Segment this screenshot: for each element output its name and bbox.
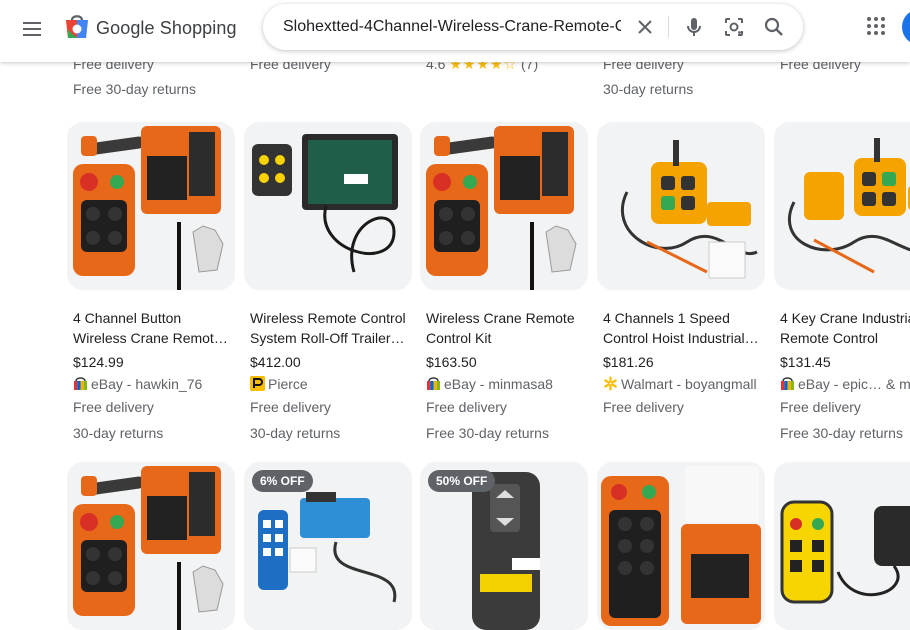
product-card[interactable] [597,462,765,630]
search-divider [668,16,669,38]
ebay-icon [74,377,87,390]
returns-text: Free 30-day returns [426,425,549,441]
ebay-icon [781,377,794,390]
returns-text: 30-day returns [73,425,164,441]
product-price: $131.45 [780,354,831,370]
seller-row: Pierce [250,374,412,394]
brand-title[interactable]: Google Shopping [96,18,237,39]
google-shopping-logo-icon[interactable] [64,12,90,40]
product-card[interactable]: 4 Channel Button Wireless Crane Remote C… [67,122,235,443]
product-image[interactable] [244,122,412,290]
product-card[interactable] [67,462,235,630]
product-image[interactable] [774,462,910,630]
seller-name: Pierce [268,376,308,392]
product-card[interactable]: Wireless Remote Control System Roll-Off … [244,122,412,443]
discount-badge: 6% OFF [252,470,313,492]
delivery-text: Free delivery [250,399,331,415]
product-title[interactable]: 4 Key Crane Industrial Remote Control [780,308,910,348]
product-image[interactable] [774,122,910,290]
delivery-text: Free delivery [603,399,684,415]
clear-search-icon[interactable] [633,15,657,39]
product-title[interactable]: 4 Channel Button Wireless Crane Remote C… [73,308,233,348]
returns-text: 30-day returns [603,81,694,97]
main-menu-icon[interactable] [20,17,44,41]
ebay-icon [427,377,440,390]
seller-name: Walmart - boyangmall [621,376,757,392]
delivery-text: Free delivery [73,399,154,415]
google-apps-icon[interactable] [864,14,888,38]
product-title[interactable]: Wireless Remote Control System Roll-Off … [250,308,410,348]
pierce-icon [250,376,265,391]
seller-name: eBay - hawkin_76 [91,376,203,392]
search-icon[interactable] [762,15,786,39]
product-image[interactable] [67,122,235,290]
product-card[interactable]: Wireless Crane Remote Control Kit $163.5… [420,122,588,443]
product-card[interactable] [774,462,910,630]
product-image[interactable] [420,122,588,290]
account-avatar[interactable] [902,9,910,45]
microphone-icon[interactable] [682,15,706,39]
product-title[interactable]: 4 Channels 1 Speed Control Hoist Industr… [603,308,763,348]
search-input[interactable] [283,4,621,50]
returns-text: Free 30-day returns [780,425,903,441]
returns-text: 30-day returns [250,425,341,441]
product-card[interactable]: 4 Channels 1 Speed Control Hoist Industr… [597,122,765,417]
delivery-text: Free delivery [426,399,507,415]
product-card[interactable]: 6% OFF [244,462,412,630]
product-image[interactable]: 6% OFF [244,462,412,630]
product-image[interactable]: 50% OFF [420,462,588,630]
product-card[interactable]: 4 Key Crane Industrial Remote Control $1… [774,122,910,443]
product-image[interactable] [67,462,235,630]
lens-camera-icon[interactable] [722,15,746,39]
product-image[interactable] [597,462,765,630]
seller-row: eBay - hawkin_76 [73,374,235,394]
seller-row: eBay - minmasa8 [426,374,588,394]
product-title[interactable]: Wireless Crane Remote Control Kit [426,308,586,348]
product-price: $412.00 [250,354,301,370]
walmart-icon [604,376,617,391]
product-price: $124.99 [73,354,124,370]
seller-row: eBay - epic… & m [780,374,910,394]
product-price: $181.26 [603,354,654,370]
seller-name: eBay - minmasa8 [444,376,553,392]
seller-row: Walmart - boyangmall [603,374,765,394]
product-image[interactable] [597,122,765,290]
top-app-bar: Google Shopping [0,0,910,62]
search-box [263,4,803,50]
product-card[interactable]: 50% OFF [420,462,588,630]
product-price: $163.50 [426,354,477,370]
discount-badge: 50% OFF [428,470,496,492]
seller-name: eBay - epic… & m [798,376,910,392]
delivery-text: Free delivery [780,399,861,415]
returns-text: Free 30-day returns [73,81,196,97]
